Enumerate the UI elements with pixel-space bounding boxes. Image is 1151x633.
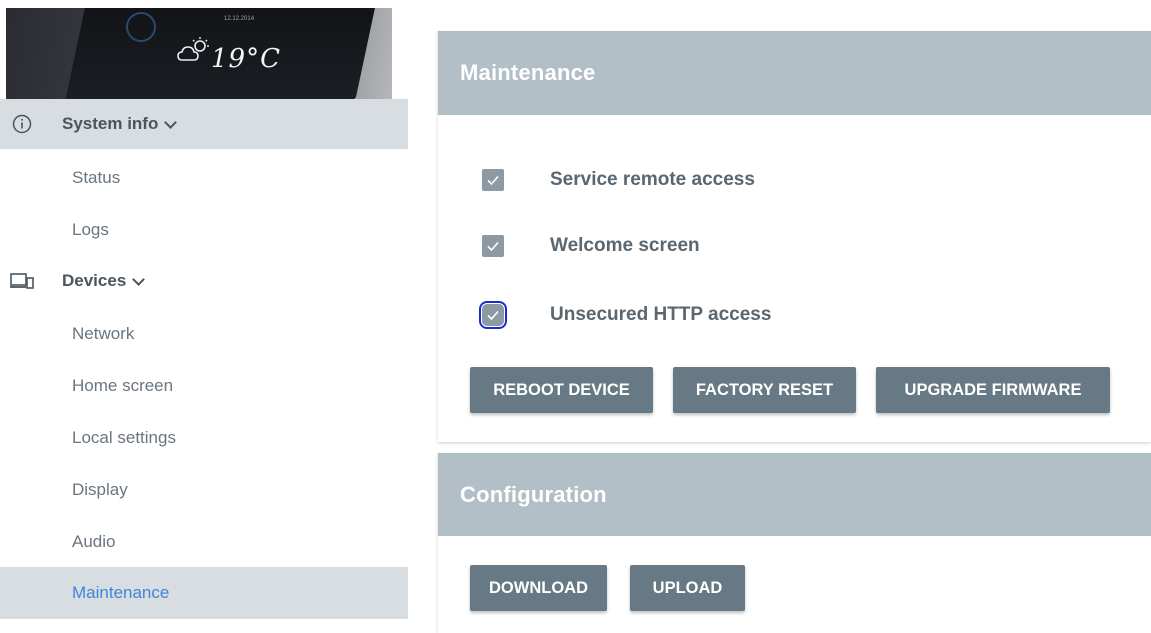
- hero-date: 12.12.2014: [224, 16, 255, 22]
- option-unsecured-http-access[interactable]: Unsecured HTTP access: [479, 301, 772, 329]
- devices-icon: [10, 272, 34, 290]
- upgrade-firmware-button[interactable]: UPGRADE FIRMWARE: [876, 367, 1110, 413]
- nav-item-status[interactable]: Status: [0, 152, 408, 204]
- nav-item-display[interactable]: Display: [0, 464, 408, 516]
- nav-item-audio[interactable]: Audio: [0, 516, 408, 568]
- maintenance-card: Maintenance Service remote access Welcom…: [438, 31, 1151, 442]
- nav-item-network[interactable]: Network: [0, 308, 408, 360]
- chevron-down-icon: [164, 115, 178, 129]
- nav-system-info-label: System info: [62, 114, 159, 133]
- configuration-card: Configuration DOWNLOAD UPLOAD: [438, 453, 1151, 633]
- nav-system-info[interactable]: System info: [0, 99, 408, 149]
- device-hero-image: 12.12.2014 19°C: [6, 8, 392, 100]
- option-welcome-screen[interactable]: Welcome screen: [482, 233, 700, 259]
- chevron-down-icon: [132, 272, 146, 286]
- sidebar: 12.12.2014 19°C System info Status Logs …: [0, 0, 408, 633]
- checkbox-unsecured-http-access[interactable]: [479, 301, 507, 329]
- nav-item-logs[interactable]: Logs: [0, 204, 408, 256]
- hero-temperature: 19°C: [211, 44, 281, 74]
- cloud-sun-icon: [176, 36, 212, 68]
- nav-item-maintenance[interactable]: Maintenance: [0, 567, 408, 619]
- factory-reset-button[interactable]: FACTORY RESET: [673, 367, 856, 413]
- checkbox-welcome-screen[interactable]: [482, 235, 504, 257]
- info-icon: [10, 114, 34, 134]
- nav-devices-label: Devices: [62, 271, 127, 290]
- configuration-title: Configuration: [438, 453, 1151, 536]
- clock-icon: [126, 12, 156, 42]
- reboot-device-button[interactable]: REBOOT DEVICE: [470, 367, 653, 413]
- option-service-remote-access[interactable]: Service remote access: [482, 167, 755, 193]
- checkbox-service-remote-access[interactable]: [482, 169, 504, 191]
- nav-item-local-settings[interactable]: Local settings: [0, 412, 408, 464]
- label-welcome-screen: Welcome screen: [550, 235, 700, 256]
- nav-item-home-screen[interactable]: Home screen: [0, 360, 408, 412]
- label-unsecured-http-access: Unsecured HTTP access: [550, 304, 772, 325]
- nav-devices[interactable]: Devices: [0, 256, 408, 306]
- upload-button[interactable]: UPLOAD: [630, 565, 745, 611]
- download-button[interactable]: DOWNLOAD: [470, 565, 607, 611]
- label-service-remote-access: Service remote access: [550, 169, 755, 190]
- maintenance-title: Maintenance: [438, 31, 1151, 115]
